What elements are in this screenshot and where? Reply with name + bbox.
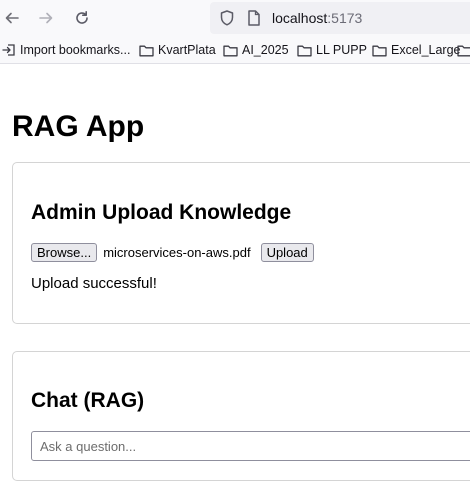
folder-icon [297,45,312,56]
shield-icon[interactable] [218,9,236,27]
folder-icon [457,45,470,56]
bookmark-kvartplata[interactable]: KvartPlata [139,41,216,59]
folder-icon [372,45,387,56]
upload-status-message: Upload successful! [31,275,157,292]
import-icon [2,44,15,56]
back-arrow-icon [5,12,19,24]
url-host: localhost [272,10,328,26]
bookmark-ll-pupp[interactable]: LL PUPP [297,41,367,59]
upload-card: Admin Upload Knowledge Browse... microse… [12,162,470,324]
folder-icon [223,45,238,56]
chat-heading: Chat (RAG) [31,389,145,412]
upload-button[interactable]: Upload [260,242,314,262]
reload-icon [76,11,88,24]
bookmark-label: LL PUPP [316,43,367,57]
forward-arrow-icon [39,12,53,24]
bookmark-excel-large[interactable]: Excel_Large [372,41,461,59]
bookmark-ai-2025[interactable]: AI_2025 [223,41,289,59]
folder-icon [139,45,154,56]
bookmarks-bar: Import bookmarks... KvartPlata AI_2025 L… [0,36,470,64]
bookmark-overflow[interactable] [457,41,470,59]
selected-file-name: microservices-on-aws.pdf [103,244,251,260]
reload-button[interactable] [70,6,94,30]
bookmark-label: KvartPlata [158,43,216,57]
back-button[interactable] [0,6,24,30]
bookmark-label: Import bookmarks... [20,43,131,57]
bookmark-import[interactable]: Import bookmarks... [2,41,130,59]
question-input[interactable] [31,431,470,461]
browse-button[interactable]: Browse... [31,242,98,262]
url-bar[interactable]: localhost:5173 [210,2,470,34]
url-port: :5173 [327,10,363,26]
forward-button[interactable] [34,6,58,30]
bookmark-label: AI_2025 [242,43,289,57]
page-icon[interactable] [246,9,262,27]
page-title: RAG App [12,110,145,143]
chat-card: Chat (RAG) [12,351,470,481]
bookmark-label: Excel_Large [391,43,461,57]
url-text[interactable]: localhost:5173 [272,9,362,27]
upload-heading: Admin Upload Knowledge [31,201,292,224]
browser-toolbar: localhost:5173 [0,0,470,36]
file-picker: Browse... microservices-on-aws.pdf Uploa… [31,242,314,262]
